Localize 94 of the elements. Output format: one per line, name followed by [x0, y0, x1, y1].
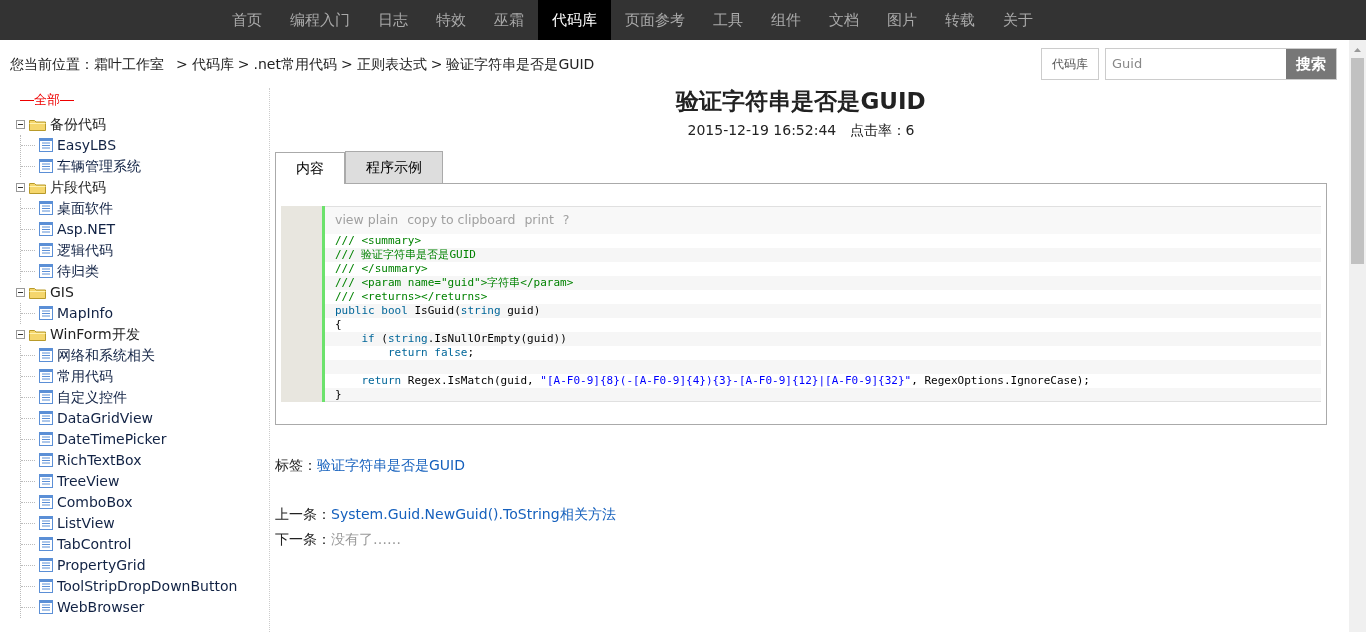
folder-icon — [29, 327, 46, 341]
breadcrumb-link[interactable]: 霜叶工作室 — [94, 55, 164, 72]
nav-link-item[interactable]: 组件 — [757, 0, 815, 40]
collapse-toggle-icon[interactable] — [16, 119, 25, 129]
tab[interactable]: 内容 — [275, 151, 345, 184]
breadcrumb-link[interactable]: .net常用代码 — [253, 55, 337, 72]
scope-button[interactable]: 代码库 — [1041, 48, 1099, 80]
breadcrumb-separator: > — [176, 55, 188, 72]
code-line: return Regex.IsMatch(guid, "[A-F0-9]{8}(-[A-F0-9]{4}){3}-[A-F0-9]{12}|[A-F0-9]{32}", RegexOptions.IgnoreCase); — [360, 373, 1091, 388]
code-line: /// <returns></returns> — [334, 289, 489, 304]
tags-label: 标签： — [275, 456, 317, 473]
folder-icon — [29, 117, 46, 131]
folder-icon — [29, 285, 46, 299]
breadcrumb-link[interactable]: 正则表达式 — [356, 55, 427, 72]
document-icon — [39, 474, 53, 488]
document-icon — [39, 201, 53, 215]
document-icon — [39, 537, 53, 551]
nav-link-item[interactable]: 页面参考 — [611, 0, 699, 40]
tree-item-link[interactable]: WebBrowser — [57, 596, 145, 618]
tab[interactable]: 程序示例 — [345, 150, 443, 183]
tree-item-link[interactable]: DateTimePicker — [57, 428, 167, 450]
tree-item-link[interactable]: ToolStripDropDownButton — [57, 575, 238, 597]
tree-item-link[interactable]: EasyLBS — [57, 134, 117, 156]
code-line: /// <summary> — [334, 233, 423, 248]
document-icon — [39, 222, 53, 236]
document-icon — [39, 600, 53, 614]
tree-item-link[interactable]: 待归类 — [57, 260, 99, 282]
document-icon — [39, 495, 53, 509]
document-icon — [39, 432, 53, 446]
collapse-toggle-icon[interactable] — [16, 329, 25, 339]
nav-link-item[interactable]: 图片 — [873, 0, 931, 40]
tree-folder-label[interactable]: 片段代码 — [50, 176, 106, 198]
nav-link-item[interactable]: 巫霜 — [480, 0, 538, 40]
next-text: 没有了…… — [331, 530, 401, 547]
code-line: /// </summary> — [334, 261, 429, 276]
tree-folder-label[interactable]: GIS — [50, 281, 74, 303]
tree-item-link[interactable]: ComboBox — [57, 491, 133, 513]
document-icon — [39, 369, 53, 383]
breadcrumb-separator: > — [340, 55, 353, 72]
tree-item-link[interactable]: TreeView — [57, 470, 120, 492]
search-button[interactable]: 搜索 — [1286, 49, 1336, 79]
nav-link-item[interactable]: 日志 — [364, 0, 422, 40]
collapse-toggle-icon[interactable] — [16, 287, 25, 297]
tree-item-link[interactable]: 逻辑代码 — [57, 239, 113, 261]
document-icon — [39, 264, 53, 278]
document-icon — [39, 159, 53, 173]
document-icon — [39, 411, 53, 425]
breadcrumb-link[interactable]: 验证字符串是否是GUID — [446, 55, 595, 72]
document-icon — [39, 243, 53, 257]
nav-link-item[interactable]: 工具 — [699, 0, 757, 40]
breadcrumb-label: 您当前位置： — [10, 55, 94, 72]
tree-item-link[interactable]: PropertyGrid — [57, 554, 146, 576]
code-line: return false; — [386, 345, 476, 360]
nav-link-item[interactable]: 代码库 — [538, 0, 611, 40]
document-icon — [39, 453, 53, 467]
document-icon — [39, 306, 53, 320]
search-field[interactable]: Guid 搜索 — [1105, 48, 1337, 80]
collapse-toggle-icon[interactable] — [16, 182, 25, 192]
breadcrumb-separator: > — [430, 55, 443, 72]
tree-item-link[interactable]: 车辆管理系统 — [57, 155, 141, 177]
document-icon — [39, 138, 53, 152]
nav-link-item[interactable]: 特效 — [422, 0, 480, 40]
tree-item-link[interactable]: DataGridView — [57, 407, 154, 429]
document-icon — [39, 516, 53, 530]
nav-link-item[interactable]: 文档 — [815, 0, 873, 40]
document-icon — [39, 390, 53, 404]
breadcrumb-separator: > — [237, 55, 250, 72]
tree-item-link[interactable]: ListView — [57, 512, 115, 534]
folder-icon — [29, 180, 46, 194]
prev-link[interactable]: System.Guid.NewGuid().ToString相关方法 — [331, 505, 616, 522]
tag-link[interactable]: 验证字符串是否是GUID — [317, 456, 465, 473]
article-meta: 2015-12-19 16:52:44 点击率：6 — [686, 120, 916, 140]
nav-link-item[interactable]: 首页 — [218, 0, 276, 40]
tree-item-link[interactable]: TabControl — [57, 533, 132, 555]
nav-link-item[interactable]: 转载 — [931, 0, 989, 40]
article-title: 验证字符串是否是GUID — [674, 88, 927, 116]
document-icon — [39, 579, 53, 593]
prev-label: 上一条： — [275, 505, 331, 522]
tree-folder-label[interactable]: 备份代码 — [50, 113, 106, 135]
document-icon — [39, 348, 53, 362]
tree-item-link[interactable]: MapInfo — [57, 302, 114, 324]
tree-folder-label[interactable]: WinForm开发 — [50, 323, 140, 345]
tree-item-link[interactable]: 自定义控件 — [57, 386, 127, 408]
tree-item-link[interactable]: RichTextBox — [57, 449, 142, 471]
nav-link-item[interactable]: 关于 — [989, 0, 1047, 40]
tree-item-link[interactable]: 网络和系统相关 — [57, 344, 155, 366]
next-label: 下一条： — [275, 530, 331, 547]
tree-item-link[interactable]: 常用代码 — [57, 365, 113, 387]
tree-item-link[interactable]: Asp.NET — [57, 218, 116, 240]
nav-link-item[interactable]: 编程入门 — [276, 0, 364, 40]
breadcrumb-link[interactable]: 代码库 — [191, 55, 234, 72]
tree-item-link[interactable]: 桌面软件 — [57, 197, 113, 219]
code-line: { — [334, 317, 343, 332]
document-icon — [39, 558, 53, 572]
